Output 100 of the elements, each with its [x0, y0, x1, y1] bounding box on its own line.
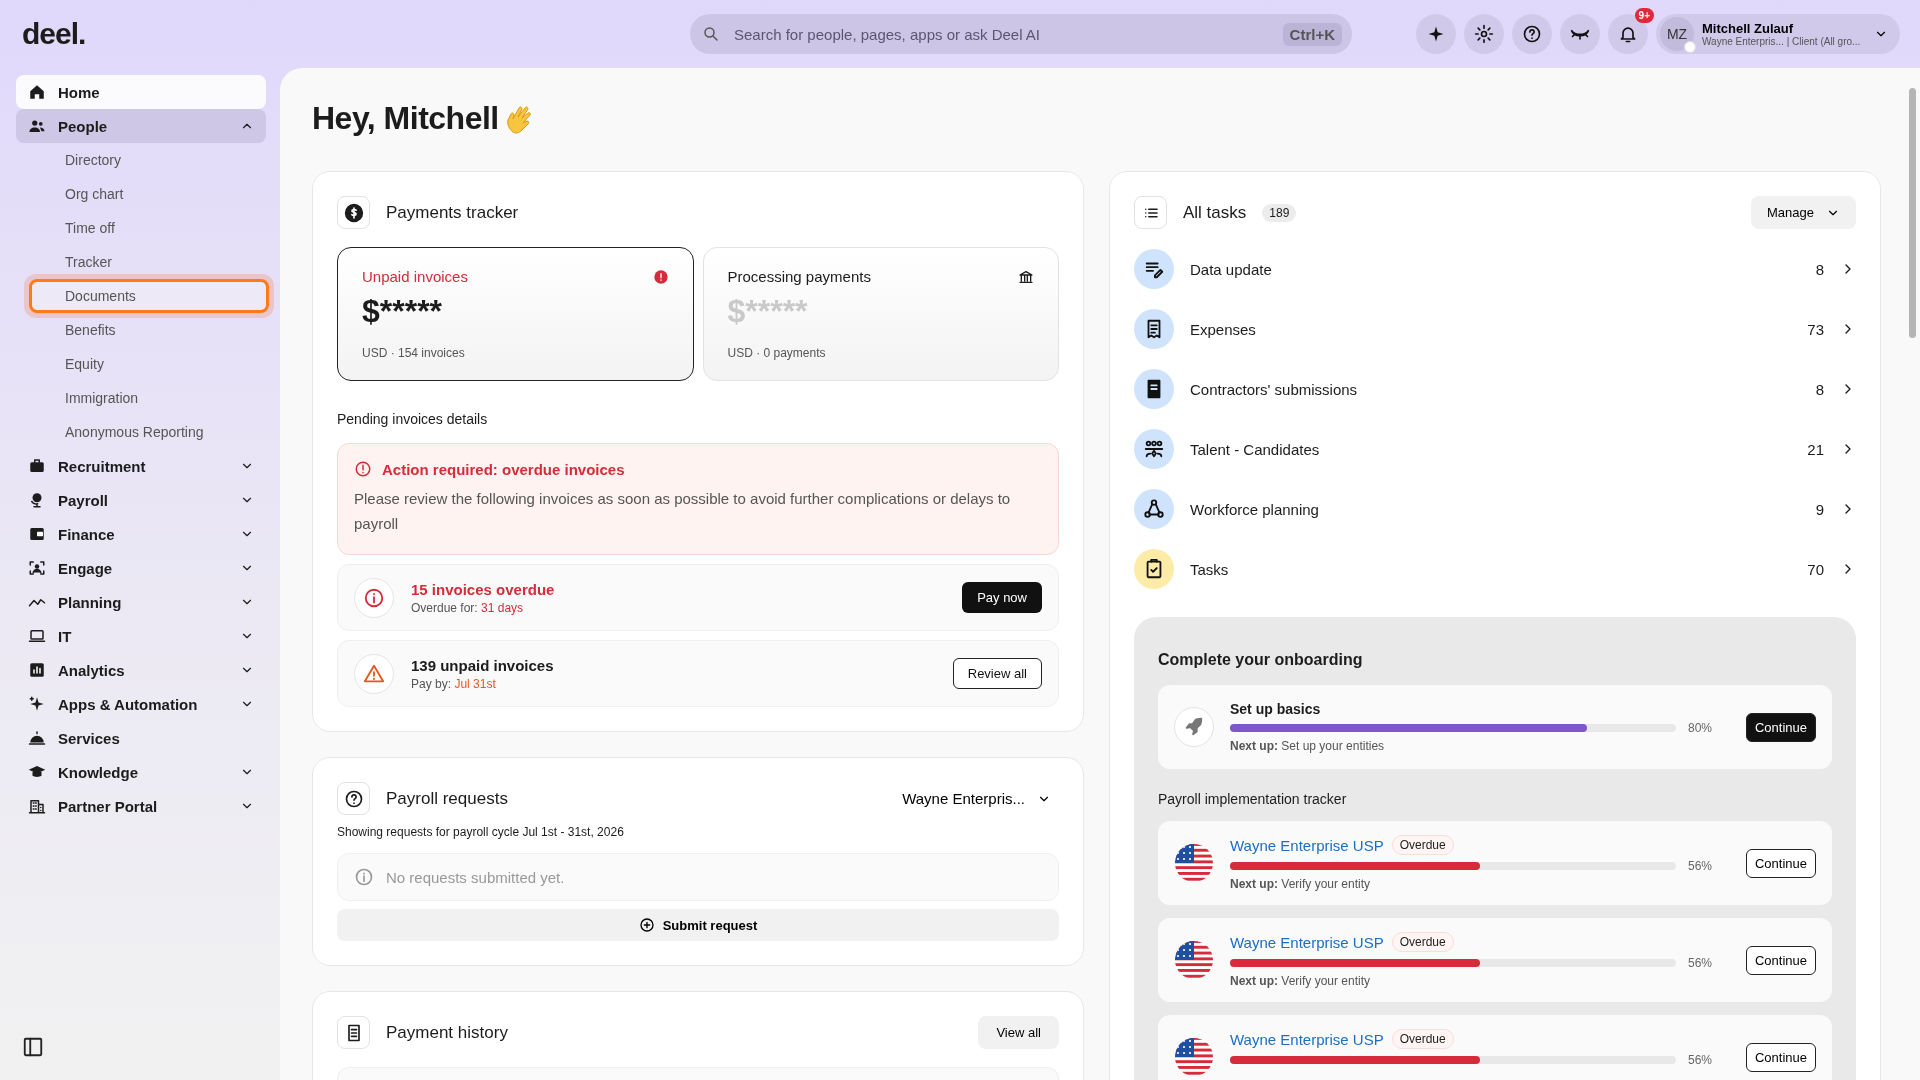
stat-card[interactable]: Processing payments $***** USD · 0 payments [702, 247, 1059, 381]
sidebar-subitem[interactable]: Directory [16, 143, 266, 177]
bell-icon [1618, 24, 1638, 44]
user-menu[interactable]: MZ Mitchell Zulauf Wayne Enterpris... | Client (All gro... [1656, 14, 1900, 54]
sidebar-item[interactable]: Home [16, 75, 266, 109]
sidebar-subitem[interactable]: Documents [24, 274, 274, 318]
progress-percent: 56% [1687, 1053, 1713, 1067]
continue-button[interactable]: Continue [1745, 848, 1816, 878]
stat-card[interactable]: Unpaid invoices $***** USD · 154 invoices [337, 247, 694, 381]
dollar-icon [343, 202, 364, 223]
warning-icon [363, 662, 385, 685]
invoice-title: 139 unpaid invoices [411, 656, 554, 674]
plus-circle-icon [638, 917, 655, 933]
sidebar-item[interactable]: Partner Portal [16, 789, 266, 823]
section-title: Payroll implementation tracker [1158, 791, 1348, 807]
settings-button[interactable] [1464, 14, 1504, 54]
sidebar-item[interactable]: Services [16, 721, 266, 755]
shortcut-hint: Ctrl+K [1282, 22, 1342, 46]
help-button[interactable] [1512, 14, 1552, 54]
next-step: Next up: Set up your entities [1230, 739, 1718, 753]
sidebar-item[interactable]: Knowledge [16, 755, 266, 789]
person-icon [28, 559, 46, 577]
invoice-detail: Pay by: Jul 31st [411, 676, 497, 691]
task-row[interactable]: Talent - Candidates 21 [1134, 419, 1856, 479]
sidebar-item[interactable]: Recruitment [16, 449, 266, 483]
entity-link[interactable]: Wayne Enterprise USP [1230, 933, 1384, 951]
next-step: Next up: Verify your entity [1230, 974, 1718, 988]
alert-icon [354, 460, 372, 478]
card-title: Payment history [386, 1022, 508, 1043]
card-title: Payroll requests [386, 788, 508, 809]
flag-icon [1174, 843, 1214, 883]
search-field[interactable]: Search for people, pages, apps or ask Deel AI Ctrl+K [690, 14, 1352, 54]
briefcase-icon [28, 457, 46, 475]
submit-request-button[interactable]: Submit request [337, 909, 1059, 941]
progress-percent: 56% [1687, 859, 1713, 873]
status-tag: Overdue [1391, 1029, 1454, 1049]
card-title: Payments tracker [386, 202, 519, 223]
pay-now-button[interactable]: Pay now [962, 582, 1042, 613]
sidebar-item[interactable]: Analytics [16, 653, 266, 687]
sidebar-subitem[interactable]: Immigration [16, 381, 266, 415]
status-tag: Overdue [1391, 932, 1454, 952]
empty-message: No requests submitted yet. [386, 868, 565, 886]
sidebar-subitem[interactable]: Time off [16, 211, 266, 245]
building-icon [28, 797, 46, 815]
review-button[interactable]: Review all [952, 658, 1042, 689]
task-row[interactable]: Workforce planning 9 [1134, 479, 1856, 539]
task-row[interactable]: Expenses 73 [1134, 299, 1856, 359]
laptop-icon [28, 627, 46, 645]
eye-mask-button[interactable] [1560, 14, 1600, 54]
entity-link[interactable]: Wayne Enterprise USP [1230, 1030, 1384, 1048]
sidebar-subitem[interactable]: Equity [16, 347, 266, 381]
stat-caption: USD · 154 invoices [362, 346, 466, 360]
task-row[interactable]: Contractors' submissions 8 [1134, 359, 1856, 419]
stat-label: Processing payments [727, 268, 871, 285]
sidebar-item[interactable]: IT [16, 619, 266, 653]
wallet-icon [28, 525, 46, 543]
sidebar-item[interactable]: Apps & Automation [16, 687, 266, 721]
people-icon [28, 117, 46, 135]
stat-amount: $***** [727, 293, 809, 330]
greeting: Hey, Mitchell [312, 100, 499, 137]
sidebar-item[interactable]: Finance [16, 517, 266, 551]
info-icon [363, 586, 385, 609]
entity-link[interactable]: Wayne Enterprise USP [1230, 836, 1384, 854]
task-row[interactable]: Data update 8 [1134, 239, 1856, 299]
alert-title: Action required: overdue invoices [382, 460, 625, 478]
scrollbar-thumb[interactable] [1909, 88, 1916, 338]
invoice-title: 15 invoices overdue [411, 580, 555, 598]
invoice-detail: Overdue for: 31 days [411, 600, 525, 615]
sidebar-item[interactable]: Engage [16, 551, 266, 585]
continue-button[interactable]: Continue [1745, 1042, 1816, 1072]
section-title: Pending invoices details [337, 411, 489, 427]
notification-badge: 9+ [1634, 8, 1654, 23]
progress-percent: 80% [1687, 721, 1713, 735]
help-icon [1522, 24, 1542, 44]
sidebar-item[interactable]: Payroll [16, 483, 266, 517]
manage-button[interactable]: Manage [1751, 196, 1856, 229]
logo[interactable]: deel. [22, 17, 690, 51]
sidebar-subitem[interactable]: Anonymous Reporting [16, 415, 266, 449]
sparkle-button[interactable] [1416, 14, 1456, 54]
settings-icon [1474, 24, 1494, 44]
stat-caption: USD · 0 payments [727, 346, 827, 360]
sidebar-item[interactable]: People [16, 109, 266, 143]
sidebar-subitem[interactable]: Org chart [16, 177, 266, 211]
continue-button[interactable]: Continue [1745, 712, 1816, 742]
entity-dropdown[interactable]: Wayne Enterpris... [894, 790, 1059, 807]
stat-label: Unpaid invoices [362, 268, 468, 285]
continue-button[interactable]: Continue [1745, 945, 1816, 975]
sidebar-toggle-icon [22, 1036, 44, 1058]
bank-icon [1018, 268, 1034, 285]
rocket-icon [1183, 716, 1205, 738]
progress-percent: 56% [1687, 956, 1713, 970]
next-step: Next up: Verify your entity [1230, 877, 1718, 891]
task-row[interactable]: Tasks 70 [1134, 539, 1856, 599]
sidebar-item[interactable]: Planning [16, 585, 266, 619]
help-icon [343, 788, 364, 809]
flag-icon [1174, 1037, 1214, 1077]
panel-title: Complete your onboarding [1158, 651, 1364, 669]
task-title: Set up basics [1230, 701, 1321, 717]
search-input[interactable]: Search for people, pages, apps or ask Deel AI [732, 24, 1271, 44]
view-all-button[interactable]: View all [978, 1016, 1059, 1049]
